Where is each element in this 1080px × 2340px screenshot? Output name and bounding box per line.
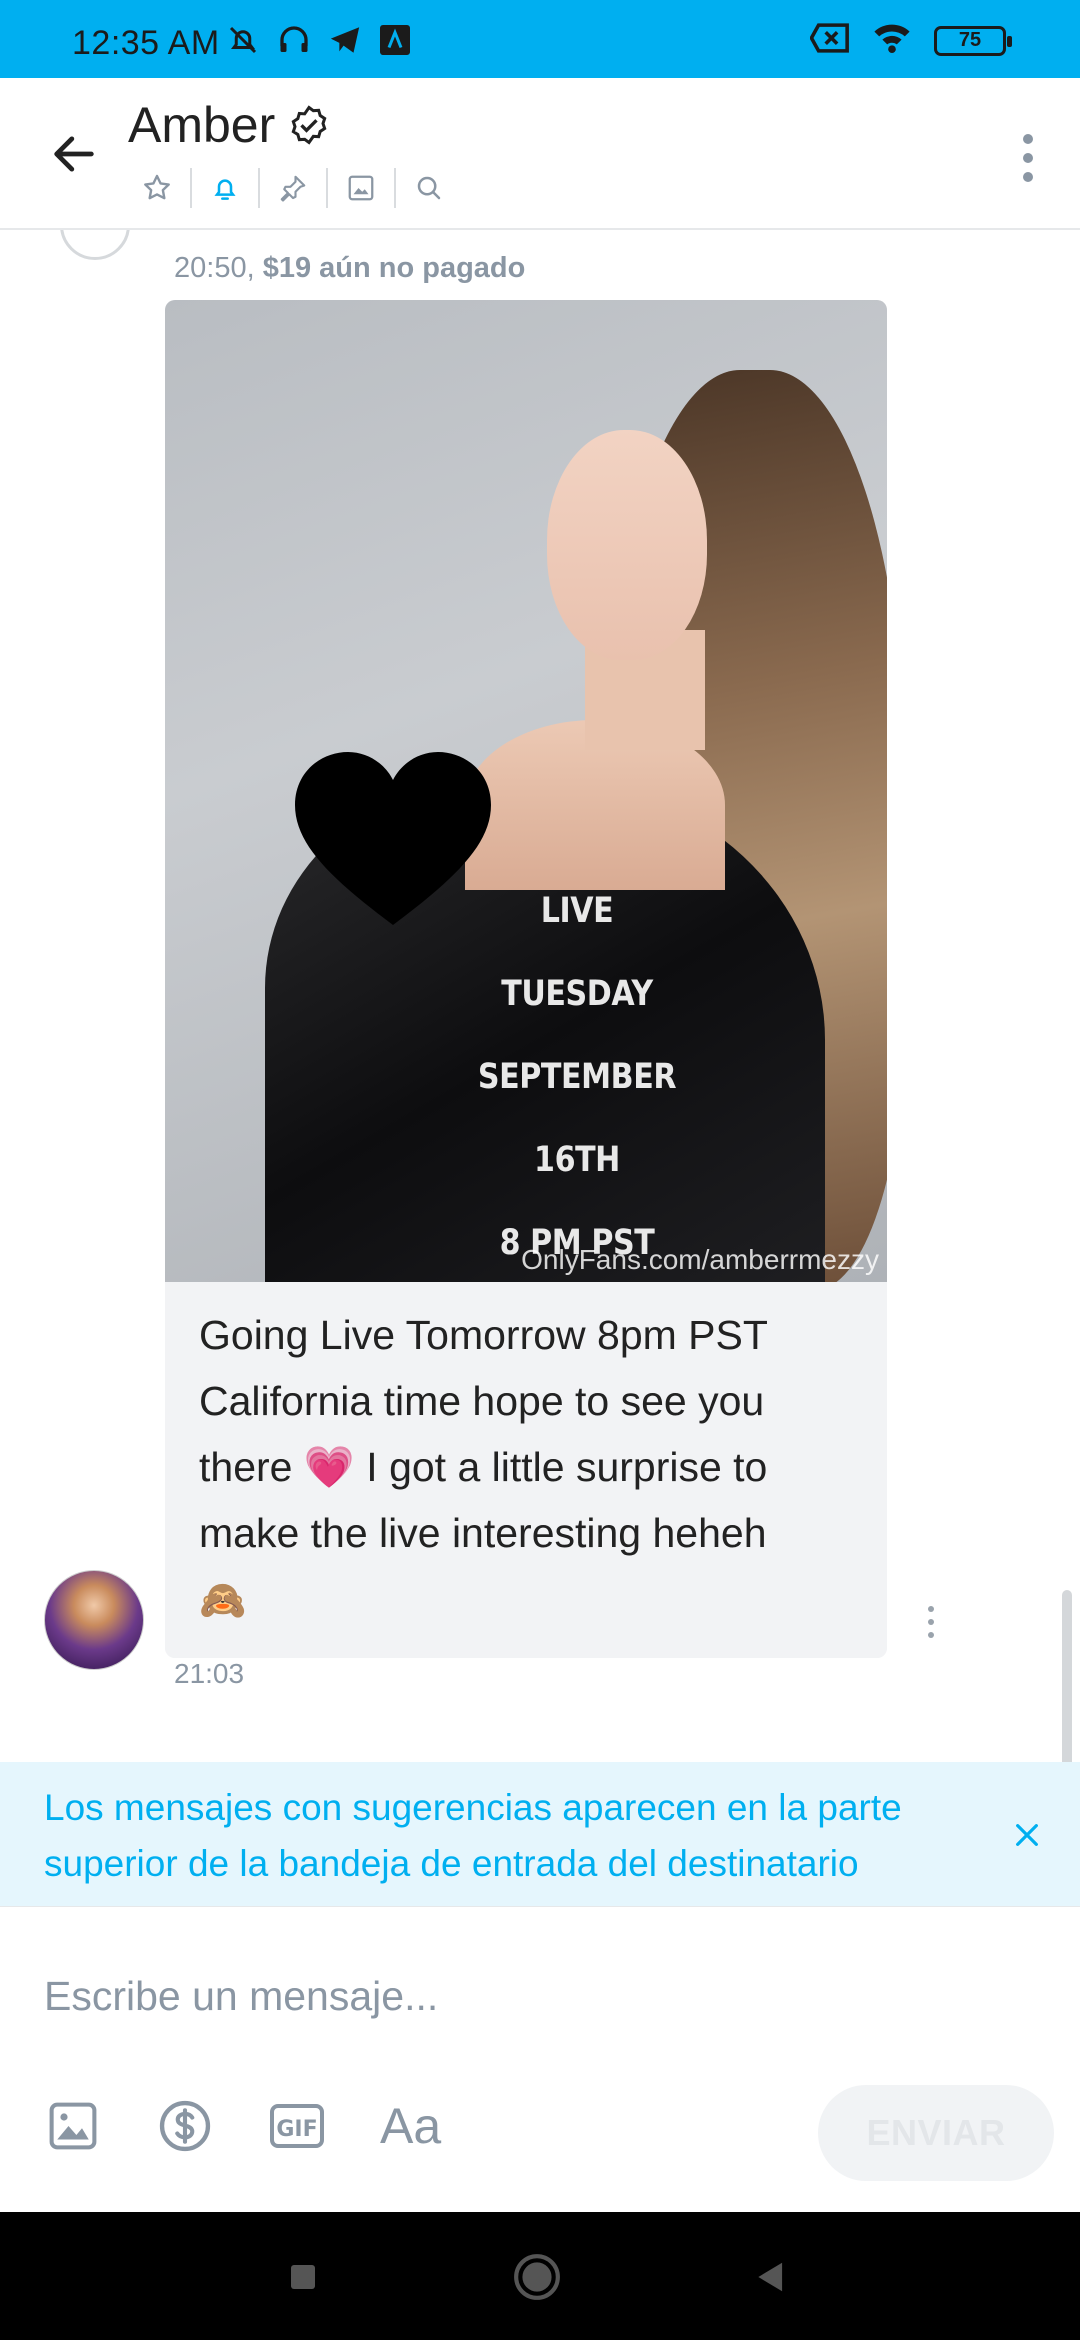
monkey-emoji: 🙈 <box>199 1580 247 1622</box>
message-meta: 20:50, $19 aún no pagado <box>174 252 526 284</box>
text-format-button[interactable]: Aa <box>380 2097 441 2155</box>
message-composer: GIF Aa ENVIAR <box>0 1906 1080 2212</box>
dollar-icon <box>159 2100 211 2152</box>
status-time: 12:35 AM <box>72 24 220 62</box>
attach-image-button[interactable] <box>44 2097 102 2155</box>
favorite-button[interactable] <box>124 164 190 212</box>
price-status: $19 aún no pagado <box>262 252 526 284</box>
message-text: Going Live Tomorrow 8pm PST California t… <box>165 1282 887 1658</box>
battery-icon: 75 <box>934 25 1012 56</box>
notice-text: Los mensajes con sugerencias aparecen en… <box>44 1787 902 1884</box>
recents-button[interactable] <box>278 2252 328 2302</box>
message-bubble[interactable]: LIVE TUESDAY SEPTEMBER 16TH 8 PM PST Onl… <box>165 300 887 1658</box>
triangle-back-icon <box>758 2262 783 2292</box>
avatar[interactable] <box>44 1570 144 1670</box>
pin-icon <box>280 175 306 202</box>
circle-icon <box>514 2254 560 2300</box>
app-notification-icon <box>377 22 413 63</box>
message-input[interactable] <box>44 1961 1024 2031</box>
scrollbar[interactable] <box>1062 1590 1072 1762</box>
more-options-button[interactable] <box>1006 128 1050 188</box>
arrow-left-icon <box>54 136 94 172</box>
system-navigation-bar <box>0 2212 1080 2340</box>
square-icon <box>291 2265 315 2289</box>
send-button[interactable]: ENVIAR <box>818 2085 1054 2181</box>
page-title[interactable]: Amber <box>128 96 275 154</box>
media-button[interactable] <box>328 164 394 212</box>
close-notice-button[interactable] <box>1002 1810 1052 1860</box>
pin-button[interactable] <box>260 164 326 212</box>
image-icon <box>49 2102 97 2150</box>
search-button[interactable] <box>396 164 462 212</box>
suggestion-notice: Los mensajes con sugerencias aparecen en… <box>0 1762 1080 1906</box>
message-timestamp: 21:03 <box>174 1658 245 1689</box>
star-icon <box>144 174 170 200</box>
home-button[interactable] <box>512 2252 562 2302</box>
bell-icon <box>214 179 236 200</box>
gif-button[interactable]: GIF <box>268 2097 326 2155</box>
gif-icon: GIF <box>270 2104 324 2148</box>
photo-overlay-text: LIVE TUESDAY SEPTEMBER 16TH 8 PM PST <box>477 891 677 1263</box>
bell-muted-icon <box>225 22 261 63</box>
verified-badge-icon <box>291 105 327 145</box>
back-button[interactable] <box>44 124 104 184</box>
price-button[interactable] <box>156 2097 214 2155</box>
close-icon <box>1016 1824 1038 1846</box>
back-nav-button[interactable] <box>746 2252 796 2302</box>
message-options-button[interactable] <box>924 1606 938 1638</box>
watermark: OnlyFans.com/amberrmezzy <box>521 1244 879 1275</box>
wifi-icon <box>872 22 912 59</box>
message-list[interactable]: 20:50, $19 aún no pagado LIVE TUESDAY SE… <box>0 230 1080 1762</box>
telegram-icon <box>327 23 363 62</box>
search-icon <box>417 176 441 200</box>
sim-disabled-icon <box>809 23 850 58</box>
status-bar: 12:35 AM 75 <box>0 0 1080 78</box>
chat-header: Amber <box>0 78 1080 230</box>
notifications-button[interactable] <box>192 164 258 212</box>
headphones-icon <box>275 22 313 63</box>
image-icon <box>348 175 374 201</box>
message-photo[interactable]: LIVE TUESDAY SEPTEMBER 16TH 8 PM PST Onl… <box>165 300 887 1282</box>
avatar <box>60 230 130 260</box>
svg-text:GIF: GIF <box>276 2117 317 2142</box>
